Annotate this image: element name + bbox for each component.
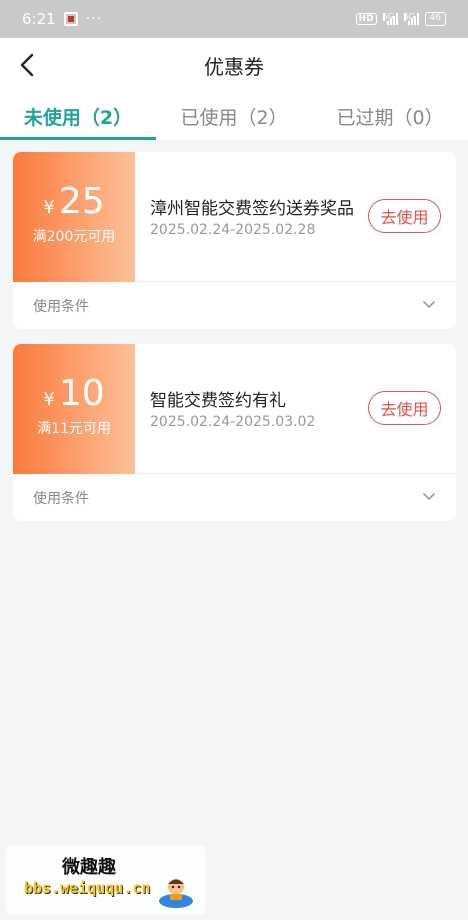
coupon-title: 漳州智能交费签约送券奖品 bbox=[150, 199, 354, 219]
page-title: 优惠券 bbox=[204, 54, 264, 79]
hd-icon: HD bbox=[355, 13, 377, 25]
coupon-card: ¥ 10 满11元可用 智能交费签约有礼 2025.02.24-2025.03.… bbox=[13, 344, 456, 521]
watermark-url: bbs.weiququ.cn bbox=[24, 879, 151, 897]
status-bar: 6:21 ··· HD 5G 5G 46 bbox=[0, 0, 468, 38]
chevron-down-icon bbox=[423, 493, 435, 500]
coupon-amount: 10 bbox=[58, 373, 105, 414]
coupon-amount-block: ¥ 25 满200元可用 bbox=[13, 152, 135, 282]
signal-icon: 5G bbox=[382, 13, 398, 25]
currency-symbol: ¥ bbox=[43, 197, 55, 218]
usage-conditions-toggle[interactable]: 使用条件 bbox=[13, 474, 456, 521]
header: 优惠券 bbox=[0, 38, 468, 92]
currency-symbol: ¥ bbox=[43, 389, 55, 410]
watermark: 微趣趣 bbs.weiququ.cn bbox=[6, 845, 206, 915]
coupon-amount: 25 bbox=[58, 181, 105, 222]
coupon-threshold: 满200元可用 bbox=[32, 229, 116, 245]
usage-conditions-label: 使用条件 bbox=[33, 490, 89, 507]
status-time: 6:21 bbox=[22, 10, 56, 28]
back-arrow-icon[interactable] bbox=[16, 52, 42, 78]
coupon-card: ¥ 25 满200元可用 漳州智能交费签约送券奖品 2025.02.24-202… bbox=[13, 152, 456, 329]
chevron-down-icon bbox=[423, 301, 435, 308]
usage-conditions-toggle[interactable]: 使用条件 bbox=[13, 282, 456, 329]
mascot-icon bbox=[159, 879, 193, 908]
coupon-amount-block: ¥ 10 满11元可用 bbox=[13, 344, 135, 474]
use-coupon-button[interactable]: 去使用 bbox=[368, 391, 441, 425]
signal-icon-2: 5G bbox=[403, 13, 419, 25]
tab-unused[interactable]: 未使用（2） bbox=[0, 92, 156, 140]
tab-used[interactable]: 已使用（2） bbox=[156, 92, 312, 140]
notification-icon bbox=[63, 12, 78, 26]
use-coupon-button[interactable]: 去使用 bbox=[368, 199, 441, 233]
status-indicators: HD 5G 5G 46 bbox=[355, 12, 446, 26]
coupon-date-range: 2025.02.24-2025.03.02 bbox=[150, 414, 316, 430]
coupon-threshold: 满11元可用 bbox=[37, 421, 111, 437]
tab-bar: 未使用（2） 已使用（2） 已过期（0） bbox=[0, 92, 468, 140]
battery-icon: 46 bbox=[424, 12, 446, 26]
tab-expired[interactable]: 已过期（0） bbox=[312, 92, 468, 140]
watermark-title: 微趣趣 bbox=[62, 857, 116, 878]
coupon-main: ¥ 10 满11元可用 智能交费签约有礼 2025.02.24-2025.03.… bbox=[13, 344, 456, 474]
more-notifications-icon: ··· bbox=[85, 11, 103, 27]
coupon-main: ¥ 25 满200元可用 漳州智能交费签约送券奖品 2025.02.24-202… bbox=[13, 152, 456, 282]
coupon-date-range: 2025.02.24-2025.02.28 bbox=[150, 222, 316, 238]
coupon-title: 智能交费签约有礼 bbox=[150, 391, 286, 411]
usage-conditions-label: 使用条件 bbox=[33, 298, 89, 315]
